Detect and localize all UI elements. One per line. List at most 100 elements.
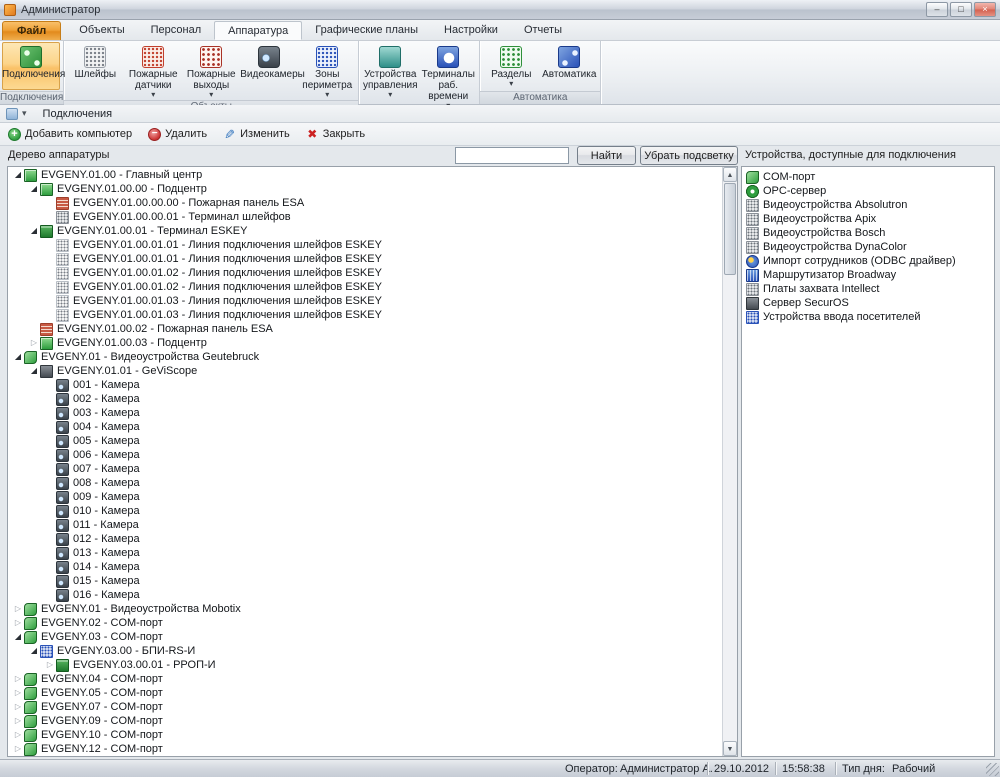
expander-collapsed-icon[interactable]: ▷ [12, 715, 24, 727]
tree-item[interactable]: ◢EVGENY.03.00 - БПИ-RS-И [8, 644, 722, 658]
ribbon-button-1-1[interactable]: Пожарные датчики▾ [124, 42, 182, 99]
close-button[interactable]: × [974, 2, 996, 17]
ribbon-button-2-1[interactable]: Терминалы раб. времени▾ [419, 42, 477, 110]
device-item[interactable]: COM-порт [744, 170, 992, 184]
tree-item[interactable]: ◢EVGENY.01.01 - GeViScope [8, 364, 722, 378]
ribbon-button-3-0[interactable]: Разделы▾ [482, 42, 540, 90]
tree-item[interactable]: EVGENY.01.00.00.00 - Пожарная панель ESA [8, 196, 722, 210]
tree-item[interactable]: ◢EVGENY.01 - Видеоустройства Geutebruck [8, 350, 722, 364]
tree-item[interactable]: EVGENY.01.00.01.01 - Линия подключения ш… [8, 238, 722, 252]
tree-item[interactable]: 005 - Камера [8, 434, 722, 448]
tree-item[interactable]: EVGENY.01.00.01.02 - Линия подключения ш… [8, 280, 722, 294]
file-menu-button[interactable]: Файл [2, 21, 61, 40]
expander-collapsed-icon[interactable]: ▷ [12, 673, 24, 685]
scroll-up-button[interactable]: ▲ [723, 167, 737, 182]
tree-item[interactable]: ▷EVGENY.07 - COM-порт [8, 700, 722, 714]
device-item[interactable]: Устройства ввода посетителей [744, 310, 992, 324]
tree-item[interactable]: 013 - Камера [8, 546, 722, 560]
device-item[interactable]: Платы захвата Intellect [744, 282, 992, 296]
tree-item[interactable]: 011 - Камера [8, 518, 722, 532]
toolbar-button-2[interactable]: Изменить [223, 128, 290, 141]
tree-item[interactable]: ▷EVGENY.05 - COM-порт [8, 686, 722, 700]
tree-item[interactable]: 009 - Камера [8, 490, 722, 504]
expander-collapsed-icon[interactable]: ▷ [44, 659, 56, 671]
device-item[interactable]: Импорт сотрудников (ODBC драйвер) [744, 254, 992, 268]
ribbon-button-1-3[interactable]: Видеокамеры [240, 42, 298, 99]
tree-item[interactable]: ▷EVGENY.04 - COM-порт [8, 672, 722, 686]
device-item[interactable]: Видеоустройства Bosch [744, 226, 992, 240]
tree-item[interactable]: 010 - Камера [8, 504, 722, 518]
tree-item[interactable]: ▷EVGENY.01.00.03 - Подцентр [8, 336, 722, 350]
tree-scrollbar[interactable]: ▲ ▼ [722, 167, 737, 756]
tree-item[interactable]: 002 - Камера [8, 392, 722, 406]
device-item[interactable]: Сервер SecurOS [744, 296, 992, 310]
expander-collapsed-icon[interactable]: ▷ [12, 603, 24, 615]
nav-history-dropdown-icon[interactable]: ▾ [22, 108, 27, 119]
tree-item[interactable]: EVGENY.01.00.01.03 - Линия подключения ш… [8, 294, 722, 308]
expander-collapsed-icon[interactable]: ▷ [28, 337, 40, 349]
expander-expanded-icon[interactable]: ◢ [12, 351, 24, 363]
tree-item[interactable]: EVGENY.01.00.01.03 - Линия подключения ш… [8, 308, 722, 322]
find-button[interactable]: Найти [577, 146, 636, 165]
device-item[interactable]: OPC-сервер [744, 184, 992, 198]
expander-expanded-icon[interactable]: ◢ [28, 645, 40, 657]
toolbar-button-1[interactable]: Удалить [148, 128, 207, 141]
scroll-thumb[interactable] [724, 183, 736, 275]
tree-item[interactable]: EVGENY.01.00.02 - Пожарная панель ESA [8, 322, 722, 336]
toolbar-button-3[interactable]: Закрыть [306, 128, 365, 141]
expander-collapsed-icon[interactable]: ▷ [12, 701, 24, 713]
ribbon-button-3-1[interactable]: Автоматика [540, 42, 598, 90]
tree-item[interactable]: ▷EVGENY.03.00.01 - РРОП-И [8, 658, 722, 672]
expander-expanded-icon[interactable]: ◢ [28, 225, 40, 237]
menu-tab-0[interactable]: Объекты [66, 21, 137, 40]
expander-collapsed-icon[interactable]: ▷ [12, 617, 24, 629]
tree-item[interactable]: 015 - Камера [8, 574, 722, 588]
tree-item[interactable]: ◢EVGENY.01.00.01 - Терминал ESKEY [8, 224, 722, 238]
scroll-down-button[interactable]: ▼ [723, 741, 737, 756]
expander-collapsed-icon[interactable]: ▷ [12, 729, 24, 741]
expander-expanded-icon[interactable]: ◢ [28, 365, 40, 377]
tree-item[interactable]: ◢EVGENY.03 - COM-порт [8, 630, 722, 644]
device-item[interactable]: Видеоустройства Absolutron [744, 198, 992, 212]
tree-item[interactable]: ◢EVGENY.01.00 - Главный центр [8, 168, 722, 182]
tree-item[interactable]: ▷EVGENY.10 - COM-порт [8, 728, 722, 742]
ribbon-button-2-0[interactable]: Устройства управления▾ [361, 42, 419, 110]
tree-item[interactable]: ▷EVGENY.02 - COM-порт [8, 616, 722, 630]
tree-item[interactable]: 012 - Камера [8, 532, 722, 546]
ribbon-button-1-2[interactable]: Пожарные выходы▾ [182, 42, 240, 99]
expander-collapsed-icon[interactable]: ▷ [12, 743, 24, 755]
tree-item[interactable]: EVGENY.01.00.01.02 - Линия подключения ш… [8, 266, 722, 280]
tree-item[interactable]: 003 - Камера [8, 406, 722, 420]
resize-grip[interactable] [986, 763, 999, 776]
toolbar-button-0[interactable]: Добавить компьютер [8, 128, 132, 141]
expander-expanded-icon[interactable]: ◢ [12, 631, 24, 643]
tree-item[interactable]: 004 - Камера [8, 420, 722, 434]
tree-item[interactable]: 006 - Камера [8, 448, 722, 462]
tree-item[interactable]: ▷EVGENY.01 - Видеоустройства Mobotix [8, 602, 722, 616]
ribbon-button-0-0[interactable]: Подключения [2, 42, 60, 90]
minimize-button[interactable]: – [926, 2, 948, 17]
tree-item[interactable]: 014 - Камера [8, 560, 722, 574]
device-item[interactable]: Видеоустройства Apix [744, 212, 992, 226]
expander-collapsed-icon[interactable]: ▷ [12, 687, 24, 699]
tree-item[interactable]: ▷EVGENY.12 - COM-порт [8, 742, 722, 756]
menu-tab-2[interactable]: Аппаратура [214, 21, 302, 40]
tree-item[interactable]: EVGENY.01.00.00.01 - Терминал шлейфов [8, 210, 722, 224]
tree-item[interactable]: 001 - Камера [8, 378, 722, 392]
clear-highlight-button[interactable]: Убрать подсветку [640, 146, 738, 165]
device-item[interactable]: Видеоустройства DynaColor [744, 240, 992, 254]
tree-item[interactable]: ◢EVGENY.01.00.00 - Подцентр [8, 182, 722, 196]
expander-expanded-icon[interactable]: ◢ [28, 183, 40, 195]
search-input[interactable] [455, 147, 569, 164]
tree-item[interactable]: 016 - Камера [8, 588, 722, 602]
menu-tab-5[interactable]: Отчеты [511, 21, 575, 40]
menu-tab-4[interactable]: Настройки [431, 21, 511, 40]
expander-expanded-icon[interactable]: ◢ [12, 169, 24, 181]
tree-item[interactable]: EVGENY.01.00.01.01 - Линия подключения ш… [8, 252, 722, 266]
tree-item[interactable]: ▷EVGENY.09 - COM-порт [8, 714, 722, 728]
ribbon-button-1-0[interactable]: Шлейфы [66, 42, 124, 99]
menu-tab-1[interactable]: Персонал [138, 21, 215, 40]
maximize-button[interactable]: □ [950, 2, 972, 17]
menu-tab-3[interactable]: Графические планы [302, 21, 431, 40]
tree-item[interactable]: 007 - Камера [8, 462, 722, 476]
